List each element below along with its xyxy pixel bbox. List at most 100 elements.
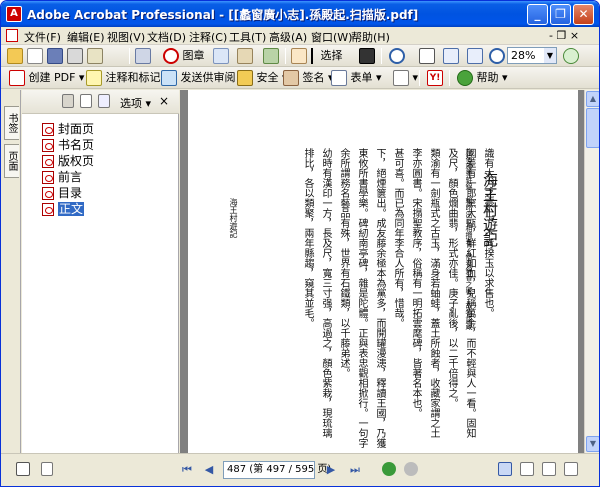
text-column: 李亦圓書。宋搨聖教序，俗稱有一明拓雲麾碑，皆著名本也。 <box>410 148 421 418</box>
minimize-button[interactable]: _ <box>527 4 548 25</box>
text-column: 識有大力之豪士，不肯揆玉以求售也。 <box>482 148 493 318</box>
menu-tools[interactable]: 工具(T) <box>229 29 266 45</box>
pdf-bookmark-icon <box>42 171 54 184</box>
send-review-button[interactable]: 发送供审阅 ▾ <box>161 70 245 86</box>
menu-edit[interactable]: 编辑(E) <box>67 29 105 45</box>
actual-size-icon[interactable] <box>419 48 435 64</box>
bookmark-item[interactable]: 前言 <box>42 169 82 185</box>
previous-page-button[interactable]: ◀ <box>201 462 217 478</box>
single-page-icon[interactable] <box>497 462 513 478</box>
menu-view[interactable]: 视图(V) <box>107 29 145 45</box>
attach-icon[interactable] <box>135 48 151 64</box>
continuous-icon[interactable] <box>519 462 535 478</box>
comment-icon <box>86 70 102 86</box>
text-column: 排比，各以類聚，兩年縣趨，窺其並毛。 <box>302 148 313 328</box>
expand-bookmark-icon[interactable] <box>98 94 110 108</box>
print-icon[interactable] <box>67 48 83 64</box>
next-page-button[interactable]: ▶ <box>323 462 339 478</box>
pdf-bookmark-icon <box>42 139 54 152</box>
tab-bookmarks[interactable]: 书签 <box>4 106 19 140</box>
page-number-field[interactable]: 487 (第 497 / 595 页) <box>223 461 331 479</box>
menu-comments[interactable]: 注释(C) <box>189 29 227 45</box>
separator <box>419 70 420 86</box>
chevron-down-icon[interactable]: ▼ <box>544 48 556 63</box>
go-back-icon[interactable] <box>381 462 397 478</box>
hand-tool-icon[interactable] <box>291 48 307 64</box>
send-review-label: 发送供审阅 <box>180 71 236 84</box>
create-icon[interactable] <box>27 48 43 64</box>
create-pdf-label: 创建 PDF <box>28 71 76 84</box>
zoom-level-select[interactable]: 28% ▼ <box>507 47 557 64</box>
separator <box>449 70 450 86</box>
zoom-in-small-icon[interactable] <box>563 48 579 64</box>
fit-width-icon[interactable] <box>467 48 483 64</box>
first-page-button[interactable]: ⏮ <box>179 462 195 478</box>
page-layout-icon[interactable] <box>15 462 31 478</box>
bookmark-item[interactable]: 目录 <box>42 185 82 201</box>
file-toolbar: 图章 选择 28% ▼ <box>1 45 599 67</box>
document-window-controls[interactable]: - ❐ × <box>549 29 579 42</box>
running-title: 海王村遊記 <box>229 198 238 238</box>
forms-icon <box>331 70 347 86</box>
bookmark-label: 前言 <box>58 170 83 184</box>
attach2-icon[interactable] <box>213 48 229 64</box>
tab-pages[interactable]: 页面 <box>4 144 19 178</box>
restore-button[interactable]: ❐ <box>550 4 571 25</box>
bookmark-item[interactable]: 书名页 <box>42 137 94 153</box>
zoom-in-icon[interactable] <box>389 48 405 64</box>
scroll-down-icon[interactable]: ▼ <box>586 436 599 452</box>
separator <box>285 48 286 64</box>
title-bar[interactable]: A Adobe Acrobat Professional - [[蠡窗廣小志].… <box>1 1 599 27</box>
sign-button[interactable]: 签名 ▾ <box>283 70 334 86</box>
picture-icon[interactable] <box>263 48 279 64</box>
scroll-up-icon[interactable]: ▲ <box>586 91 599 107</box>
bookmark-item[interactable]: 版权页 <box>42 153 94 169</box>
close-button[interactable]: ✕ <box>573 4 594 25</box>
bookmark-item[interactable]: 正文 <box>42 201 85 217</box>
facing-icon[interactable] <box>541 462 557 478</box>
pdf-bookmark-icon <box>42 187 54 200</box>
help-button[interactable]: 帮助 ▾ <box>457 70 508 86</box>
text-column: 東攸所書學樂。碑紉南亭碑，雜是陀體。正與表忠觀相掀行。一句字 <box>356 148 367 448</box>
save-icon[interactable] <box>47 48 63 64</box>
continuous-facing-icon[interactable] <box>563 462 579 478</box>
pdf-bookmark-icon <box>42 123 54 136</box>
scrollbar-thumb[interactable] <box>586 108 599 148</box>
menu-advanced[interactable]: 高级(A) <box>269 29 307 45</box>
pdf-page: 海王村遊記 識有大力之豪士，不肯揆玉以求售也。 國差有一郎窯大甌，鮮紅如血，兒稱萬金… <box>188 90 578 453</box>
document-view[interactable]: 海王村遊記 識有大力之豪士，不肯揆玉以求售也。 國差有一郎窯大甌，鮮紅如血，兒稱萬金… <box>180 90 584 453</box>
open-icon[interactable] <box>7 48 23 64</box>
fit-page-icon[interactable] <box>443 48 459 64</box>
acrobat-app-icon[interactable]: A <box>6 6 22 22</box>
layout-icon[interactable]: ▾ <box>393 70 418 86</box>
go-forward-icon[interactable] <box>403 462 419 478</box>
close-pane-icon[interactable]: × <box>159 94 169 108</box>
yahoo-icon[interactable]: Y! <box>427 70 443 86</box>
text-column: 旅宿旅墨蚌錦，賴印出以相攬看，借看錦香之響。故物語蔵 <box>465 148 473 330</box>
forms-button[interactable]: 表单 ▾ <box>331 70 382 86</box>
reduce-icon[interactable] <box>237 48 253 64</box>
delete-bookmark-icon[interactable] <box>62 94 74 108</box>
email-icon[interactable] <box>87 48 103 64</box>
last-page-button[interactable]: ⏭ <box>347 462 363 478</box>
new-bookmark-icon[interactable] <box>80 94 92 108</box>
zoom-out-icon[interactable] <box>489 48 505 64</box>
create-pdf-button[interactable]: 创建 PDF ▾ <box>9 70 84 86</box>
menu-window[interactable]: 窗口(W) <box>311 29 352 45</box>
bookmark-label: 版权页 <box>58 154 95 168</box>
stamp-button[interactable]: 图章 <box>163 48 205 64</box>
menu-file[interactable]: 文件(F) <box>24 29 61 45</box>
document-icon[interactable] <box>6 29 18 42</box>
select-tool-button[interactable]: 选择 <box>311 48 343 64</box>
document-info-icon[interactable] <box>39 462 55 478</box>
comment-markup-button[interactable]: 注释和标记 ▾ <box>86 70 170 86</box>
options-menu[interactable]: 选项 ▾ <box>120 95 151 111</box>
menu-document[interactable]: 文档(D) <box>147 29 186 45</box>
menu-help[interactable]: 帮助(H) <box>351 29 390 45</box>
navigation-tabs: 书签 页面 <box>1 90 21 453</box>
bookmark-item[interactable]: 封面页 <box>42 121 94 137</box>
vertical-scrollbar[interactable]: ▲ ▼ <box>584 90 599 453</box>
secure-button[interactable]: 安全 ▾ <box>237 70 288 86</box>
snapshot-icon[interactable] <box>359 48 375 64</box>
stamp-icon <box>163 48 179 64</box>
